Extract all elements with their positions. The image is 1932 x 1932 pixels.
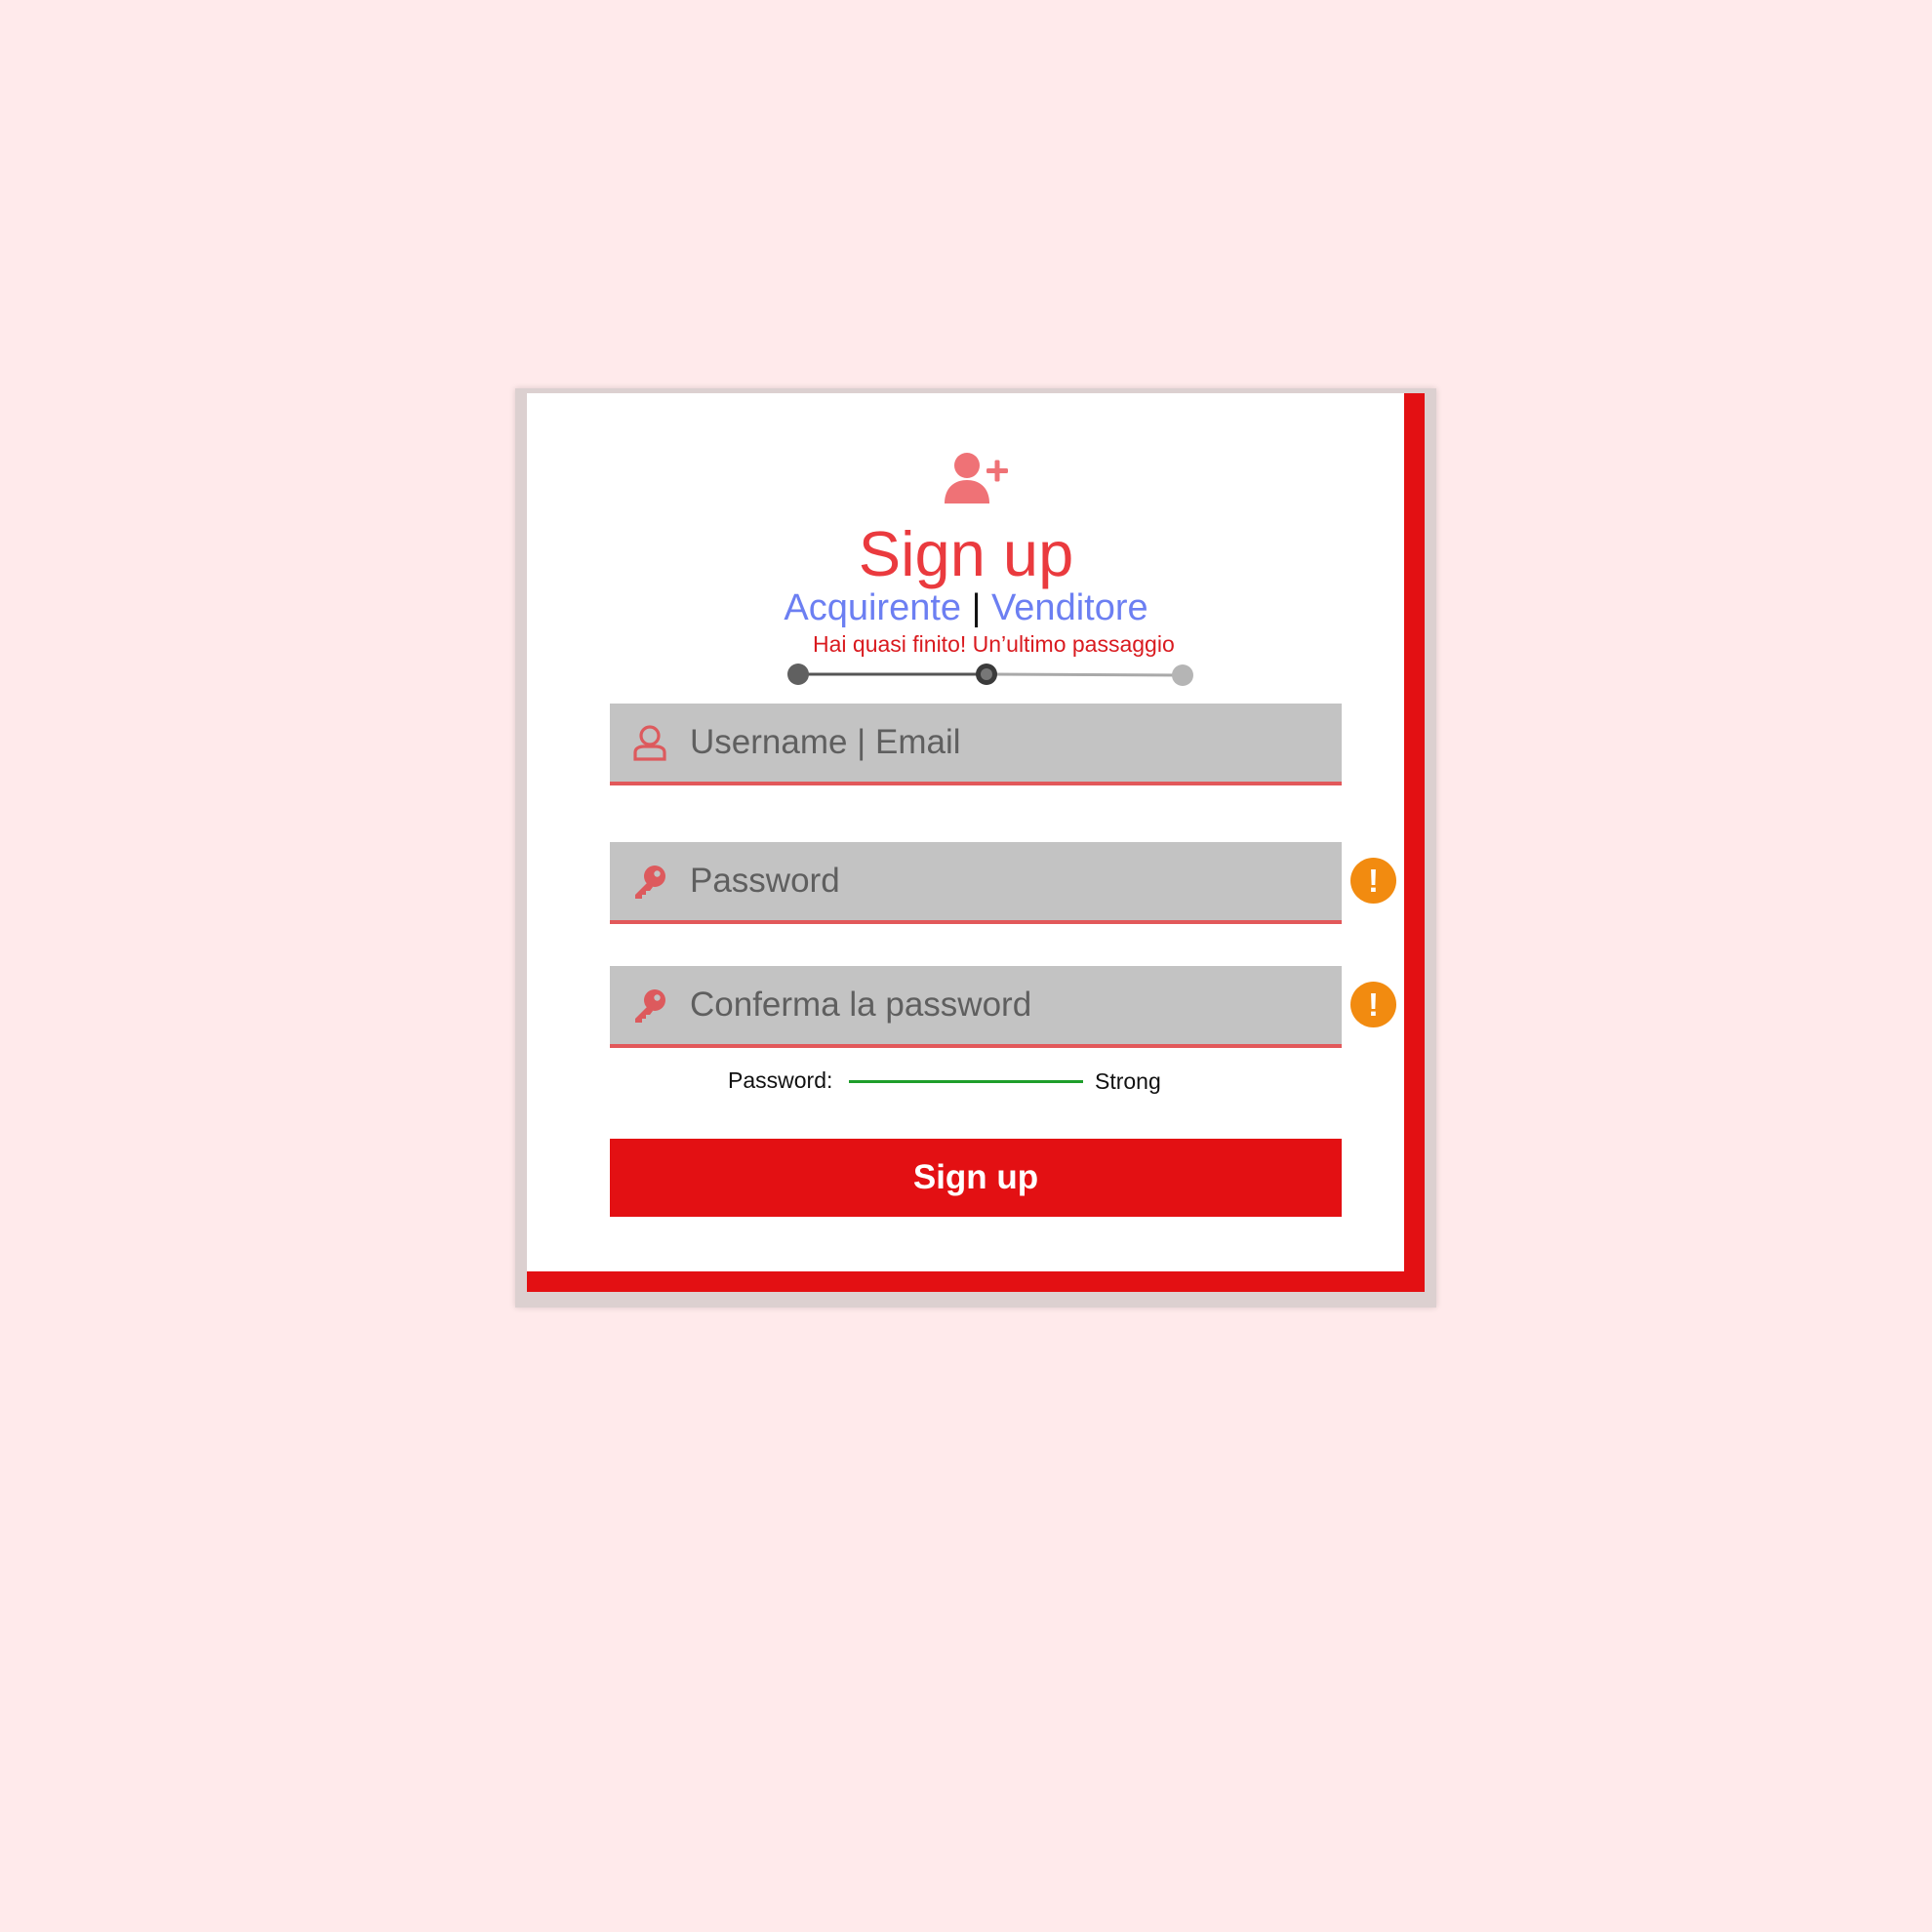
username-field — [610, 704, 1342, 785]
key-icon — [635, 989, 665, 1023]
confirm-password-field — [610, 966, 1342, 1048]
confirm-password-input[interactable] — [690, 966, 1314, 1044]
username-input[interactable] — [690, 704, 1314, 782]
key-icon — [635, 865, 665, 899]
step-1-dot — [787, 664, 809, 685]
signup-button[interactable]: Sign up — [610, 1139, 1342, 1217]
user-plus-icon — [945, 453, 1008, 503]
seller-link[interactable]: Venditore — [991, 587, 1148, 628]
progress-stepper — [787, 664, 1193, 686]
password-field — [610, 842, 1342, 924]
strength-bar — [849, 1080, 1083, 1083]
buyer-link[interactable]: Acquirente — [784, 587, 961, 628]
progress-message: Hai quasi finito! Un’ultimo passaggio — [813, 631, 1175, 657]
confirm-password-warning-icon[interactable]: ! — [1350, 982, 1396, 1027]
role-switch: Acquirente | Venditore — [0, 585, 1932, 630]
role-separator: | — [971, 587, 982, 628]
step-3-dot — [1172, 664, 1193, 686]
stepper-line-pending — [986, 672, 1184, 677]
page-title: Sign up — [858, 518, 1074, 589]
password-input[interactable] — [690, 842, 1314, 920]
strength-value: Strong — [1095, 1068, 1161, 1094]
password-warning-icon[interactable]: ! — [1350, 858, 1396, 904]
password-strength-meter: Password: Strong — [728, 1066, 1177, 1095]
user-icon — [633, 725, 666, 761]
step-2-dot-center — [981, 668, 992, 680]
strength-label: Password: — [728, 1067, 833, 1093]
